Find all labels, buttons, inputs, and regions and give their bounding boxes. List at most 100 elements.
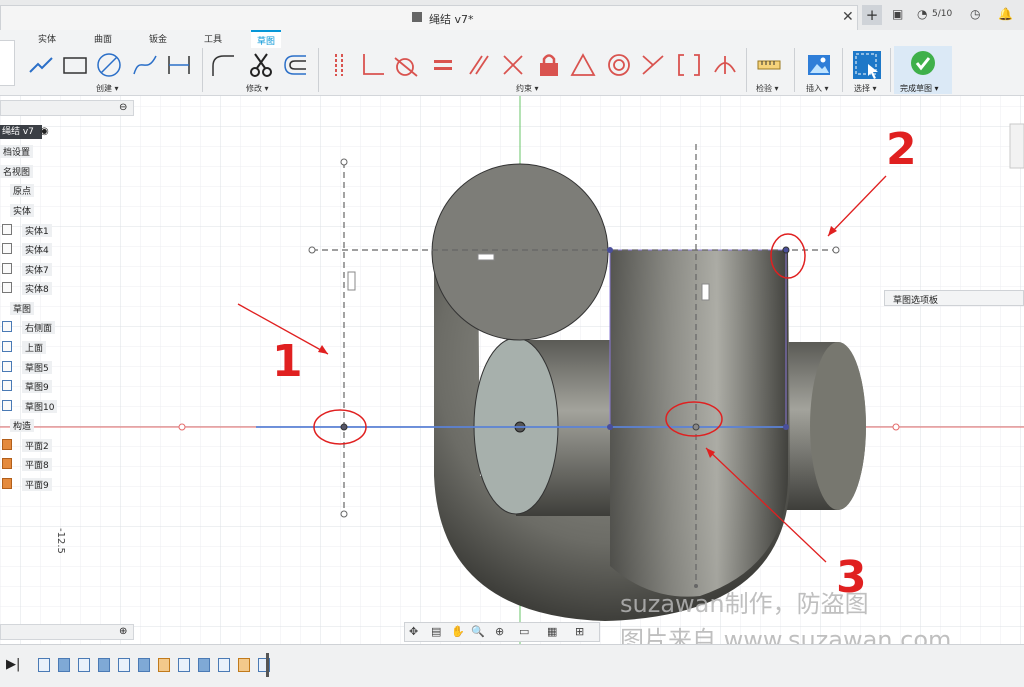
spline-tool-icon[interactable] bbox=[132, 52, 158, 78]
concentric-constraint-icon[interactable] bbox=[606, 52, 632, 78]
timeline-plane-item[interactable] bbox=[158, 658, 170, 672]
comments-bar[interactable]: ⊕ bbox=[0, 624, 134, 640]
timeline-feature-item[interactable] bbox=[138, 658, 150, 672]
body-icon bbox=[2, 263, 12, 274]
measure-ruler-icon[interactable] bbox=[756, 52, 782, 78]
group-label-modify[interactable]: 修改 ▾ bbox=[246, 83, 269, 94]
sketch-palette-panel[interactable]: 草图选项板 bbox=[884, 290, 1024, 306]
timeline-plane-item[interactable] bbox=[238, 658, 250, 672]
timeline-sketch-item[interactable] bbox=[178, 658, 190, 672]
insert-image-icon[interactable] bbox=[806, 52, 832, 78]
line-tool-icon[interactable] bbox=[28, 52, 54, 78]
notification-bell-icon[interactable]: 🔔 bbox=[998, 7, 1013, 21]
separator bbox=[794, 48, 795, 92]
parallel-constraint-icon[interactable] bbox=[466, 52, 492, 78]
separator bbox=[318, 48, 319, 92]
zoom-icon[interactable]: 🔍 bbox=[471, 626, 485, 638]
annotation-number-1: 1 bbox=[272, 336, 303, 387]
clock-icon[interactable]: ◷ bbox=[970, 7, 980, 21]
job-status-icon[interactable]: ◔ bbox=[917, 7, 927, 21]
look-at-icon[interactable]: ▤ bbox=[431, 626, 445, 638]
fit-zoom-icon[interactable]: ⊕ bbox=[495, 626, 509, 638]
fix-lock-icon[interactable] bbox=[536, 52, 562, 78]
timeline-bar: ▶| bbox=[0, 644, 1024, 687]
group-label-inspect[interactable]: 检验 ▾ bbox=[756, 83, 779, 94]
orbit-icon[interactable]: ✥ bbox=[409, 626, 423, 638]
symmetry-constraint-icon[interactable] bbox=[640, 52, 666, 78]
new-tab-button[interactable]: + bbox=[862, 5, 882, 25]
group-label-insert[interactable]: 插入 ▾ bbox=[806, 83, 829, 94]
chat-icon[interactable]: ▣ bbox=[892, 7, 903, 21]
pan-hand-icon[interactable]: ✋ bbox=[451, 626, 465, 638]
ribbon-toolbar: 实体 曲面 钣金 工具 草图 创建 ▾ 修改 ▾ 约束 ▾ 检验 ▾ 插入 ▾ … bbox=[0, 30, 1024, 96]
body-icon bbox=[2, 224, 12, 235]
fillet-tool-icon[interactable] bbox=[210, 52, 236, 78]
browser-item-label: 草图5 bbox=[22, 361, 52, 374]
browser-item-label: 平面2 bbox=[22, 439, 52, 452]
tab-sketch[interactable]: 草图 bbox=[251, 30, 282, 48]
play-end-icon[interactable]: ▶| bbox=[6, 657, 20, 672]
trim-scissors-icon[interactable] bbox=[248, 52, 274, 78]
body-icon bbox=[2, 243, 12, 254]
group-label-create[interactable]: 创建 ▾ bbox=[96, 83, 119, 94]
plane-icon bbox=[2, 478, 12, 489]
equal-constraint-icon[interactable] bbox=[430, 52, 456, 78]
expand-comments-icon[interactable]: ⊕ bbox=[119, 626, 127, 637]
plane-icon bbox=[2, 439, 12, 450]
timeline-feature-item[interactable] bbox=[58, 658, 70, 672]
browser-root-node[interactable]: 绳结 v7 bbox=[0, 125, 42, 139]
curvature-constraint-icon[interactable] bbox=[712, 52, 738, 78]
viewports-icon[interactable]: ⊞ bbox=[575, 626, 589, 638]
close-tab-icon[interactable]: ✕ bbox=[842, 9, 854, 25]
sketch-icon bbox=[2, 380, 12, 391]
tangent-constraint-icon[interactable] bbox=[393, 52, 419, 78]
browser-item-label: 草图10 bbox=[22, 400, 58, 413]
timeline-sketch-item[interactable] bbox=[218, 658, 230, 672]
separator bbox=[890, 48, 891, 92]
group-label-constraints[interactable]: 约束 ▾ bbox=[516, 83, 539, 94]
offset-tool-icon[interactable] bbox=[282, 52, 308, 78]
body-icon bbox=[2, 282, 12, 293]
circle-tool-icon[interactable] bbox=[96, 52, 122, 78]
tab-sheet-metal[interactable]: 钣金 bbox=[143, 32, 173, 45]
tab-tools[interactable]: 工具 bbox=[198, 32, 228, 45]
grid-settings-icon[interactable]: ▦ bbox=[547, 626, 561, 638]
tab-solid[interactable]: 实体 bbox=[32, 32, 62, 45]
timeline-marker[interactable] bbox=[266, 653, 269, 677]
timeline-feature-item[interactable] bbox=[98, 658, 110, 672]
title-bar: ↶ ▾ ↷ ▾ 绳结 v7* ✕ + ▣ ◔ 5/10 ◷ 🔔 bbox=[0, 0, 1024, 31]
browser-header: ⊖ bbox=[0, 100, 134, 116]
job-status-count[interactable]: 5/10 bbox=[932, 9, 952, 19]
group-label-finish: 完成草图 ▾ bbox=[900, 84, 939, 93]
coincident-constraint-icon[interactable] bbox=[328, 52, 354, 78]
browser-item-label: 上面 bbox=[22, 341, 47, 354]
finish-sketch-button[interactable]: 完成草图 ▾ bbox=[894, 46, 952, 94]
tab-surface[interactable]: 曲面 bbox=[88, 32, 118, 45]
rectangle-tool-icon[interactable] bbox=[62, 52, 88, 78]
display-settings-icon[interactable]: ▭ bbox=[519, 626, 533, 638]
document-tab[interactable]: 绳结 v7* ✕ bbox=[0, 5, 858, 30]
sketch-icon bbox=[2, 321, 12, 332]
timeline-sketch-item[interactable] bbox=[78, 658, 90, 672]
group-label-select[interactable]: 选择 ▾ bbox=[854, 83, 877, 94]
horizontal-vertical-constraint-icon[interactable] bbox=[676, 52, 702, 78]
perpendicular-constraint-icon[interactable] bbox=[360, 52, 386, 78]
plane-icon bbox=[2, 458, 12, 469]
separator bbox=[842, 48, 843, 92]
timeline-sketch-item[interactable] bbox=[38, 658, 50, 672]
midpoint-constraint-icon[interactable] bbox=[570, 52, 596, 78]
collapse-browser-icon[interactable]: ⊖ bbox=[119, 102, 127, 113]
browser-item-label: 草图9 bbox=[22, 380, 52, 393]
browser-item-label: 实体4 bbox=[22, 243, 52, 256]
annotation-number-2: 2 bbox=[886, 124, 917, 175]
collinear-constraint-icon[interactable] bbox=[500, 52, 526, 78]
canvas-viewport[interactable]: -12.5 草图选项板 bbox=[0, 96, 1024, 644]
document-cube-icon bbox=[412, 12, 422, 22]
select-arrow-icon[interactable] bbox=[852, 50, 882, 80]
slot-tool-icon[interactable] bbox=[166, 52, 192, 78]
sketch-palette-title[interactable]: 草图选项板 bbox=[893, 293, 938, 306]
activate-radio-icon[interactable]: ◉ bbox=[40, 126, 49, 137]
browser-item-label: 右侧面 bbox=[22, 321, 56, 334]
timeline-feature-item[interactable] bbox=[198, 658, 210, 672]
timeline-sketch-item[interactable] bbox=[118, 658, 130, 672]
